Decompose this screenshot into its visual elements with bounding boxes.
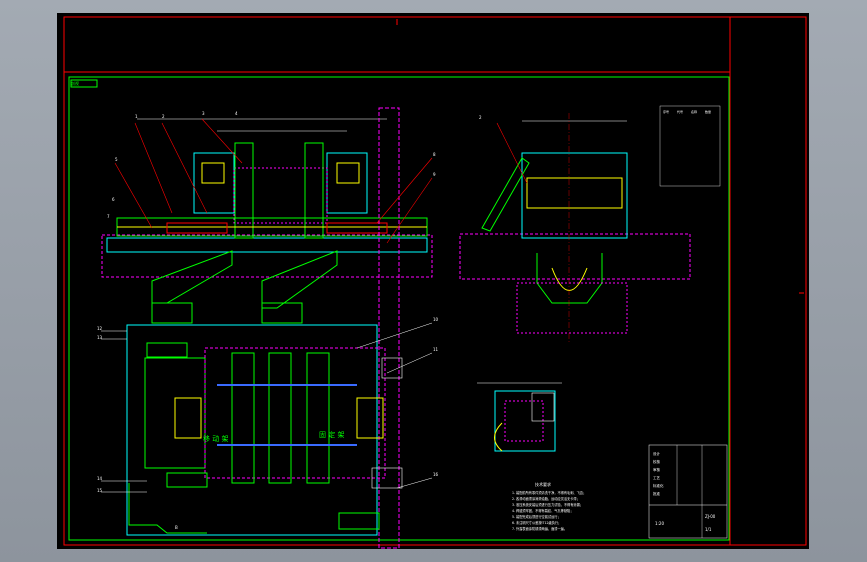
callout-number: 8 bbox=[433, 152, 436, 157]
front-view bbox=[101, 107, 433, 549]
note-line: 1. 装配前所有零件须清洗干净，不得有毛刺、飞边； bbox=[512, 490, 586, 495]
cad-viewer: 固 定 架 移 动 架 技术要求 1. 装配前所有零件须清洗干净，不得有毛刺、飞… bbox=[0, 0, 867, 562]
sheet-number: 1/1 bbox=[705, 527, 712, 532]
note-line: 3. 液压系统安装后须进行压力试验，不得有渗漏； bbox=[512, 502, 583, 507]
title-block: 设计校核审核工艺标准化批准 ZJ-00 1:20 1/1 bbox=[648, 444, 728, 539]
note-line: 6. 未注明尺寸公差按IT12级执行； bbox=[512, 520, 561, 525]
title-block-row: 标准化 bbox=[653, 483, 664, 488]
label-moving-frame: 移 动 架 bbox=[203, 434, 228, 443]
title-block-row: 设计 bbox=[653, 451, 661, 456]
label-fixed-frame: 固 定 架 bbox=[319, 430, 344, 439]
callout-number: 16 bbox=[433, 472, 439, 477]
parts-list-header-cell: 名称 bbox=[691, 109, 697, 114]
callout-number: 11 bbox=[433, 347, 439, 352]
technical-notes: 技术要求 1. 装配前所有零件须清洗干净，不得有毛刺、飞边；2. 各滑动面须涂润… bbox=[512, 481, 586, 531]
callout-number: 6 bbox=[112, 197, 115, 202]
drawing-scale: 1:20 bbox=[655, 521, 664, 526]
callout-number: 14 bbox=[97, 476, 103, 481]
callout-number: 2 bbox=[162, 114, 165, 119]
label-section: 剖视 bbox=[71, 80, 79, 86]
callout-number: 4 bbox=[235, 111, 238, 116]
note-line: 2. 各滑动面须涂润滑油脂，运动应灵活无卡滞； bbox=[512, 496, 580, 501]
callout-number: B bbox=[175, 525, 178, 530]
title-block-row: 审核 bbox=[653, 467, 661, 472]
notes-title: 技术要求 bbox=[535, 481, 551, 487]
callout-number: 10 bbox=[433, 317, 439, 322]
callout-number: 1 bbox=[135, 114, 138, 119]
callout-number: 12 bbox=[97, 326, 103, 331]
title-block-row: 校核 bbox=[653, 459, 661, 464]
parts-list-header-cell: 序号 bbox=[663, 109, 669, 114]
note-line: 5. 装配完成后须进行空载试运行； bbox=[512, 514, 561, 519]
callout-number: 9 bbox=[433, 172, 436, 177]
callout-number: 13 bbox=[97, 335, 103, 340]
side-section-view bbox=[459, 113, 691, 343]
parts-list-header-cell: 数量 bbox=[705, 109, 711, 114]
outer-frame bbox=[63, 16, 807, 546]
parts-list: 序号 代号 名称 数量 bbox=[659, 105, 721, 187]
callout-number: 3 bbox=[202, 111, 205, 116]
callout-number: 15 bbox=[97, 488, 103, 493]
drawing-number: ZJ-00 bbox=[705, 514, 716, 519]
inner-frame bbox=[68, 76, 730, 541]
title-block-row: 工艺 bbox=[653, 475, 661, 480]
note-line: 7. 外露表面涂防锈漆两遍，面漆一遍。 bbox=[512, 526, 567, 531]
callout-number: 5 bbox=[115, 157, 118, 162]
detail-view bbox=[477, 382, 562, 452]
callout-markers: 1 23 456789101112131415162B bbox=[97, 111, 482, 530]
parts-list-header-cell: 代号 bbox=[677, 109, 683, 114]
note-line: 4. 焊缝须牢固，不得有裂纹、气孔等缺陷； bbox=[512, 508, 573, 513]
drawing-viewport[interactable]: 固 定 架 移 动 架 技术要求 1. 装配前所有零件须清洗干净，不得有毛刺、飞… bbox=[57, 13, 809, 549]
title-block-row: 批准 bbox=[653, 491, 661, 496]
plan-view: 固 定 架 移 动 架 bbox=[101, 322, 433, 536]
callout-number: 7 bbox=[107, 214, 110, 219]
callout-number: 2 bbox=[479, 115, 482, 120]
cad-drawing: 固 定 架 移 动 架 技术要求 1. 装配前所有零件须清洗干净，不得有毛刺、飞… bbox=[63, 16, 807, 549]
